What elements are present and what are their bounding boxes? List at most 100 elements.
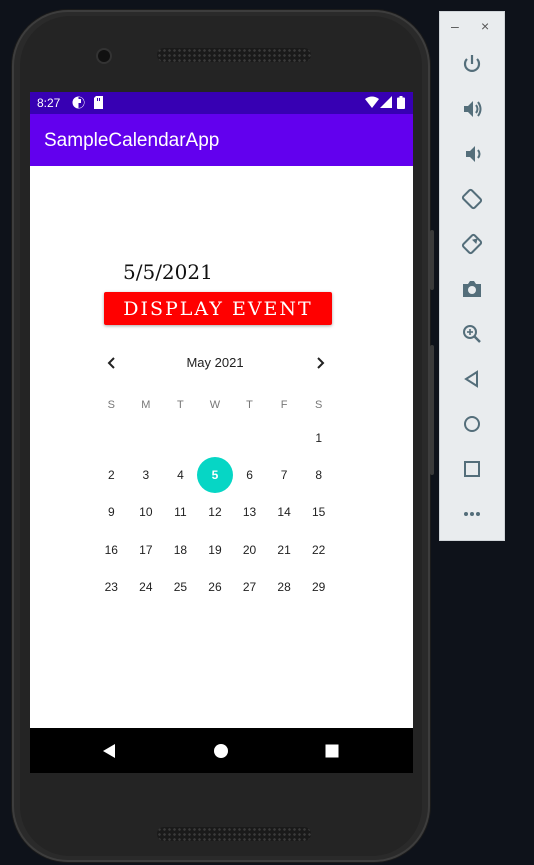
back-icon (103, 744, 115, 758)
status-bar: 8:27 (30, 92, 413, 114)
calendar-day-number: 12 (208, 505, 222, 520)
calendar-day[interactable]: 23 (94, 569, 129, 606)
more-icon (464, 512, 480, 516)
calendar-day-number: 29 (311, 580, 326, 595)
calendar-day[interactable]: 13 (232, 494, 267, 531)
status-time: 8:27 (37, 96, 61, 110)
calendar-day-number: 19 (208, 542, 222, 557)
calendar-day-empty (163, 419, 198, 456)
previous-month-button[interactable] (100, 351, 124, 375)
emulator-more-button[interactable] (458, 500, 486, 528)
app-bar: SampleCalendarApp (30, 114, 413, 166)
volume-down-icon (466, 146, 481, 162)
calendar-day[interactable]: 28 (267, 569, 302, 606)
calendar-day-number: 5 (211, 468, 219, 483)
calendar-day[interactable]: 19 (198, 531, 233, 568)
emulator-zoom-button[interactable] (458, 320, 486, 348)
calendar-day[interactable]: 16 (94, 531, 129, 568)
calendar-day-empty (94, 419, 129, 456)
calendar-week-row: 1 (94, 419, 336, 456)
close-button[interactable]: × (481, 18, 489, 34)
nav-home-button[interactable] (209, 739, 233, 763)
calendar-day[interactable]: 2 (94, 456, 129, 493)
calendar-day[interactable]: 21 (267, 531, 302, 568)
top-speaker-grille (157, 48, 311, 62)
chevron-right-icon (317, 357, 325, 369)
emulator-rotate-right-button[interactable] (458, 230, 486, 258)
calendar-day[interactable]: 7 (267, 456, 302, 493)
calendar-day[interactable]: 11 (163, 494, 198, 531)
sd-card-icon (93, 96, 104, 112)
weekday-label: W (209, 399, 221, 411)
zoom-icon (463, 325, 481, 343)
calendar-day[interactable]: 26 (198, 569, 233, 606)
next-month-button[interactable] (308, 351, 332, 375)
calendar-day[interactable]: 17 (129, 531, 164, 568)
navigation-bar (30, 728, 413, 773)
emulator-volume-down-button[interactable] (458, 140, 486, 168)
calendar-day-number: 9 (107, 505, 115, 520)
calendar-day[interactable]: 14 (267, 494, 302, 531)
emulator-power-button[interactable] (458, 50, 486, 78)
nav-back-button[interactable] (97, 739, 121, 763)
battery-icon (397, 96, 405, 112)
calendar-day-number: 27 (242, 580, 257, 595)
bottom-speaker-grille (157, 827, 311, 841)
calendar-week-row: 2 3 4 5 6 7 8 (94, 456, 336, 494)
emulator-overview-button[interactable] (458, 455, 486, 483)
nav-overview-button[interactable] (320, 739, 344, 763)
minimize-button[interactable]: – (451, 18, 459, 34)
calendar-day-number: 11 (174, 505, 187, 520)
calendar-day[interactable]: 24 (129, 569, 164, 606)
weekday-label: M (141, 399, 151, 411)
calendar-day-number: 4 (177, 468, 184, 483)
calendar-day-number: 25 (173, 580, 188, 595)
emulator-back-button[interactable] (458, 365, 486, 393)
calendar-day[interactable]: 6 (232, 456, 267, 493)
calendar-day-selected[interactable]: 5 (196, 456, 233, 494)
calendar-day[interactable]: 27 (232, 569, 267, 606)
cell-signal-icon (380, 96, 392, 111)
calendar-day-number: 28 (277, 580, 291, 595)
calendar-day[interactable]: 9 (94, 494, 129, 531)
calendar-week-row: 9 10 11 12 13 14 15 (94, 494, 336, 531)
calendar-day-number: 7 (280, 468, 288, 483)
calendar-day[interactable]: 4 (163, 456, 198, 493)
overview-icon (464, 461, 480, 477)
calendar-week-row: 16 17 18 19 20 21 22 (94, 531, 336, 568)
calendar-day-number: 17 (139, 542, 153, 557)
calendar-month-label[interactable]: May 2021 (165, 355, 265, 370)
emulator-volume-up-button[interactable] (458, 95, 486, 123)
calendar-day[interactable]: 20 (232, 531, 267, 568)
calendar-day[interactable]: 18 (163, 531, 198, 568)
calendar-day[interactable]: 29 (301, 569, 336, 606)
weekday-header-row: SMTWTFS (94, 391, 336, 419)
calendar-day-number: 20 (242, 542, 257, 557)
calendar-day[interactable]: 12 (198, 494, 233, 531)
calendar-day[interactable]: 25 (163, 569, 198, 606)
calendar-day-number: 18 (173, 542, 188, 557)
weekday-label: F (280, 399, 288, 411)
display-event-button[interactable]: DISPLAY EVENT (104, 292, 332, 325)
device-screen: 8:27 SampleCalendarApp 5/5/2021 DISPLAY … (30, 92, 413, 773)
rotate-left-icon (461, 188, 483, 210)
calendar-day-number: 23 (104, 580, 118, 595)
emulator-home-button[interactable] (458, 410, 486, 438)
home-icon (214, 744, 228, 758)
calendar-day-number: 13 (242, 505, 257, 520)
calendar-day[interactable]: 10 (129, 494, 164, 531)
calendar-day[interactable]: 1 (301, 419, 336, 456)
emulator-screenshot-button[interactable] (458, 275, 486, 303)
calendar-day-number: 6 (246, 468, 253, 483)
weekday-label: S (107, 399, 115, 411)
back-icon (464, 370, 478, 388)
calendar-day-number: 16 (104, 542, 118, 557)
calendar-day[interactable]: 22 (301, 531, 336, 568)
calendar-day[interactable]: 3 (129, 456, 164, 493)
calendar-day-number: 2 (107, 468, 115, 483)
camera-icon (463, 281, 481, 297)
emulator-rotate-left-button[interactable] (458, 185, 486, 213)
calendar-day[interactable]: 8 (301, 456, 336, 493)
calendar-day[interactable]: 15 (301, 494, 336, 531)
side-button-power (430, 230, 434, 290)
